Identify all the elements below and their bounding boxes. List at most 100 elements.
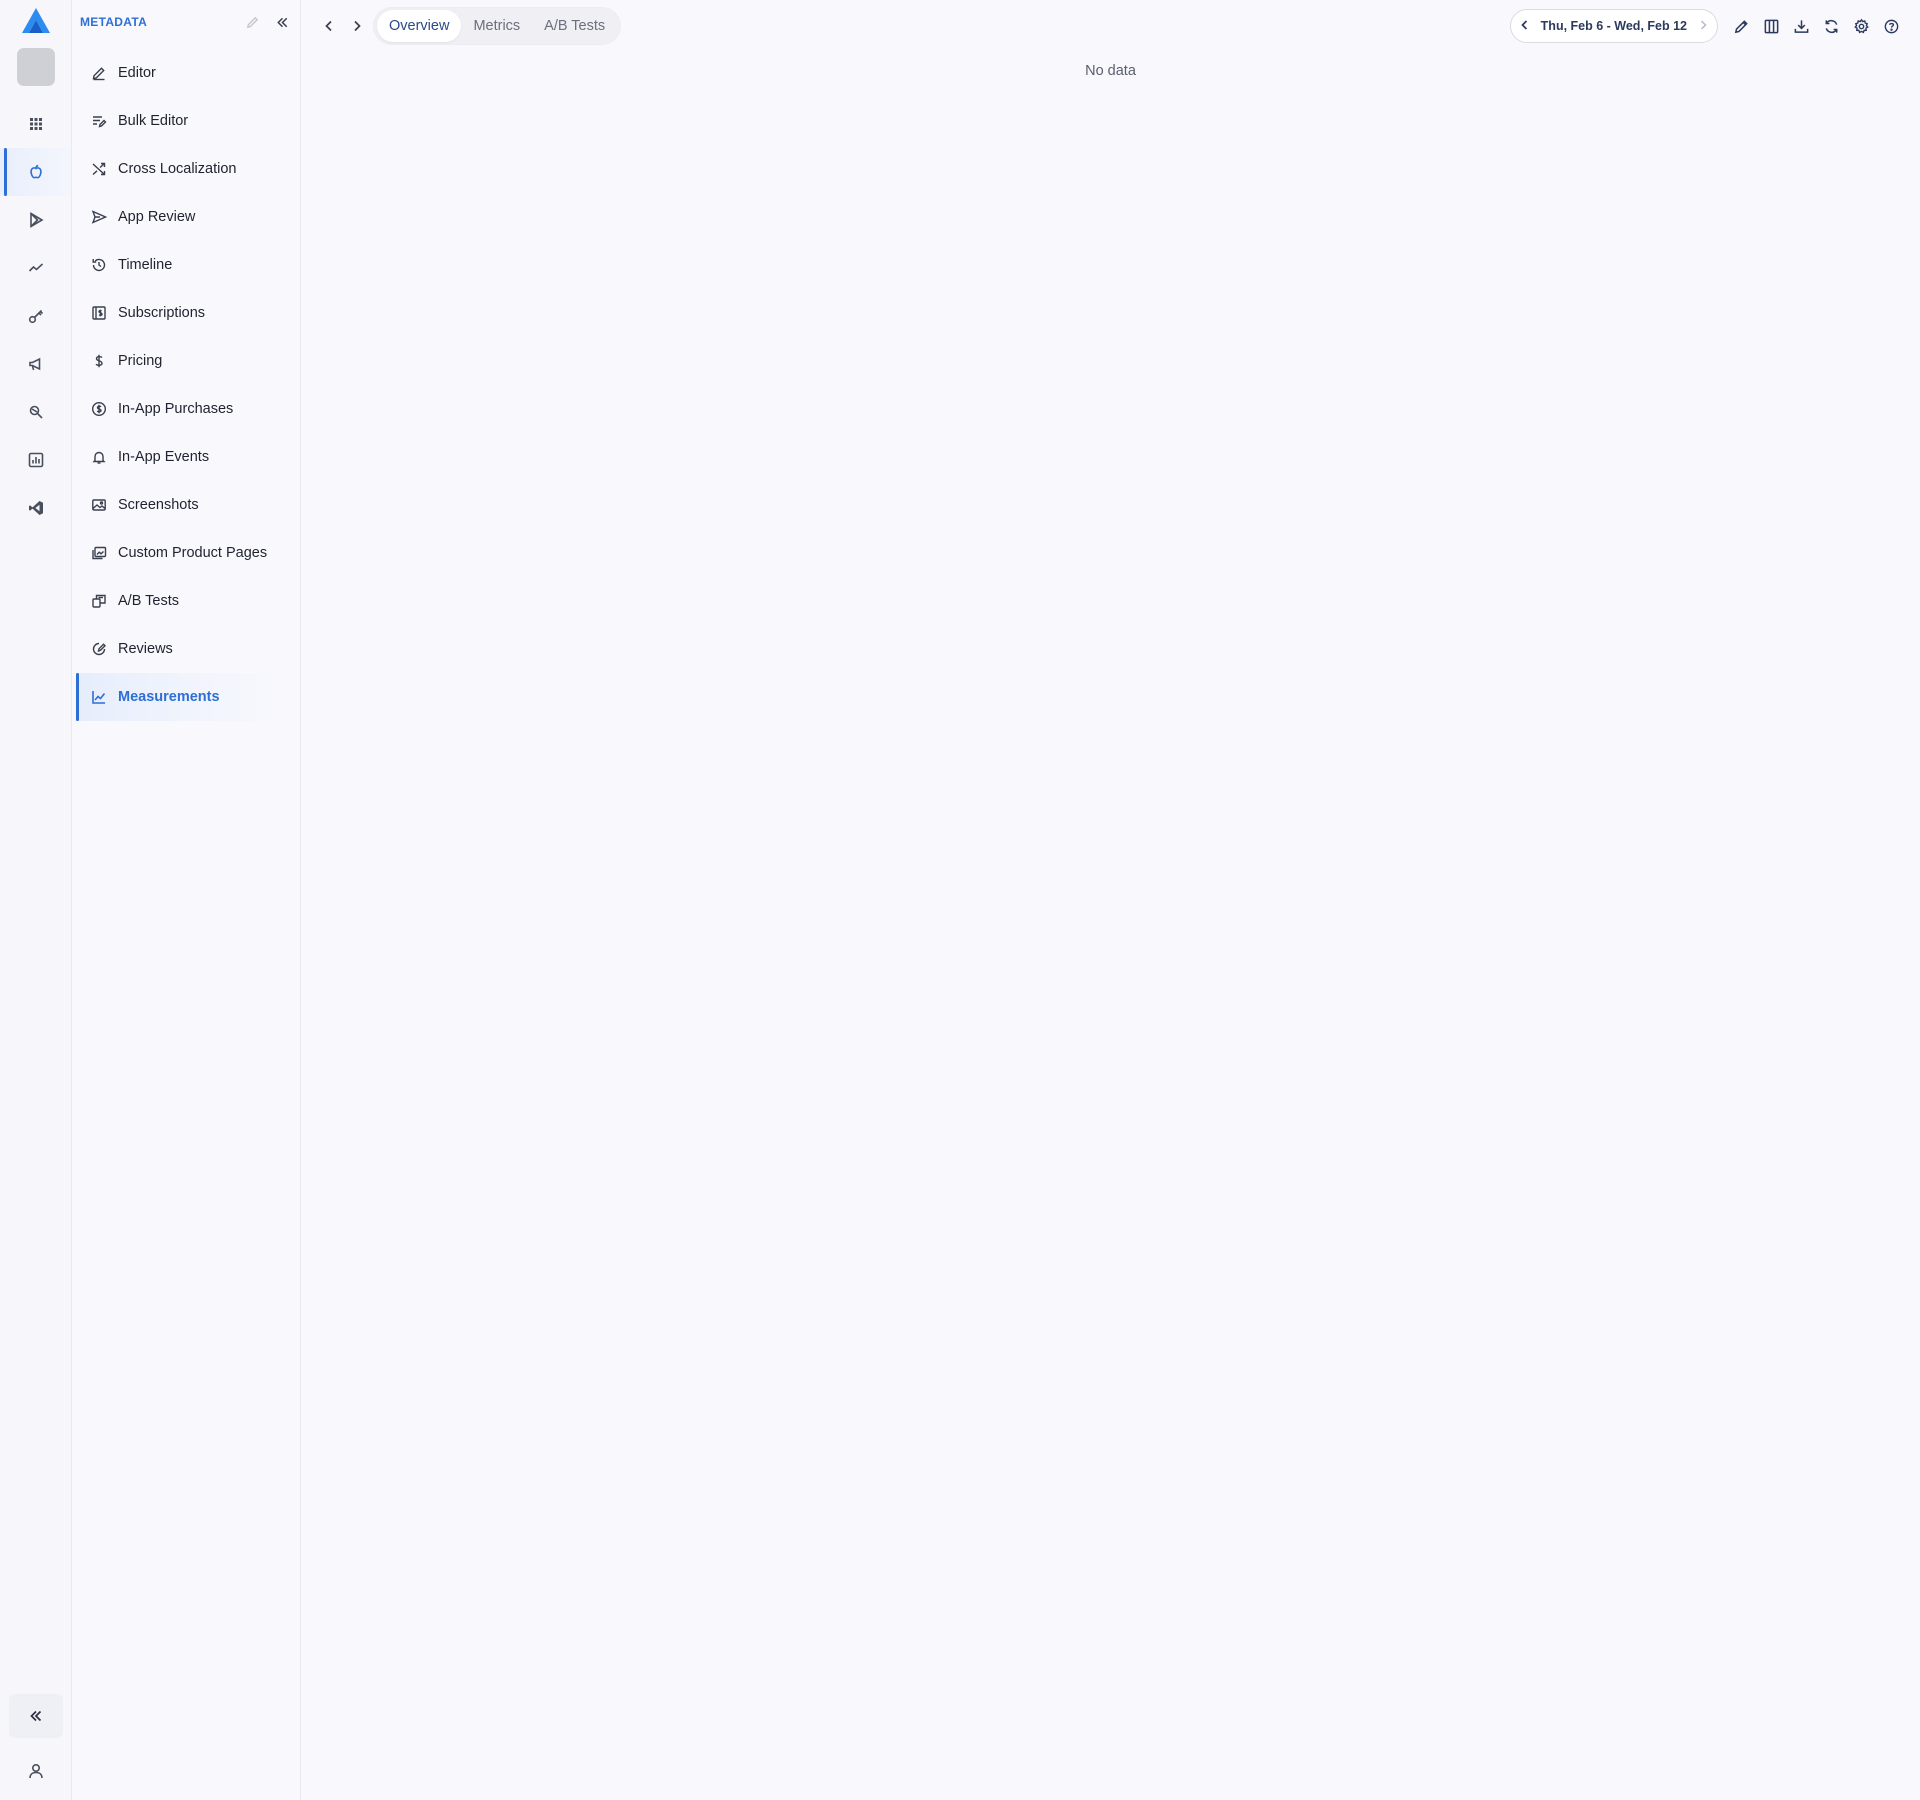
bell-icon: [91, 451, 106, 464]
brand-logo-icon[interactable]: [19, 6, 53, 36]
megaphone-icon: [28, 357, 40, 371]
sidebar-item-timeline[interactable]: Timeline: [76, 241, 292, 289]
rail-item-campaigns[interactable]: [0, 340, 71, 388]
sidebar-item-label: Cross Localization: [118, 161, 237, 177]
trend-icon: [28, 263, 43, 272]
edit-sidebar-button[interactable]: [240, 10, 264, 34]
columns-button[interactable]: [1756, 11, 1786, 41]
play-store-icon: [29, 212, 44, 228]
rail-nav: [0, 100, 71, 532]
download-icon: [1794, 19, 1808, 33]
sidebar-item-label: In-App Purchases: [118, 401, 234, 417]
rail-item-keywords[interactable]: [0, 292, 71, 340]
date-next-button[interactable]: [1697, 19, 1709, 34]
pages-icon: [91, 546, 106, 560]
help-circle-icon: [1884, 19, 1898, 33]
sidebar-item-label: Measurements: [118, 689, 220, 705]
tab-ab-tests[interactable]: A/B Tests: [532, 10, 617, 42]
rail-item-integrations[interactable]: [0, 484, 71, 532]
send-icon: [91, 210, 107, 224]
vscode-icon: [28, 501, 43, 515]
sidebar-item-label: App Review: [118, 209, 196, 225]
app-root: METADATA Editor Bulk Editor Cross Locali…: [0, 0, 1920, 1800]
subscription-icon: [91, 306, 106, 320]
sidebar-item-label: Screenshots: [118, 497, 199, 513]
sidebar-item-screenshots[interactable]: Screenshots: [76, 481, 292, 529]
search-tools-icon: [29, 405, 43, 419]
apple-icon: [29, 164, 42, 179]
rail-item-reports[interactable]: [0, 436, 71, 484]
sidebar-item-label: Editor: [118, 65, 156, 81]
pencil-icon: [1734, 19, 1748, 33]
chevron-left-icon: [325, 20, 332, 32]
sidebar-item-label: Timeline: [118, 257, 173, 273]
edit-button[interactable]: [1726, 11, 1756, 41]
help-button[interactable]: [1876, 11, 1906, 41]
double-chevron-left-icon: [276, 17, 287, 27]
chart-line-icon: [91, 691, 105, 704]
tab-overview[interactable]: Overview: [377, 10, 462, 42]
collapse-rail-button[interactable]: [9, 1694, 63, 1738]
sidebar-header: METADATA: [72, 0, 300, 44]
tab-metrics[interactable]: Metrics: [461, 10, 532, 42]
pencil-icon: [246, 16, 258, 28]
ab-test-icon: [91, 594, 106, 608]
date-range-label: Thu, Feb 6 - Wed, Feb 12: [1540, 19, 1687, 33]
sidebar-item-cross-localization[interactable]: Cross Localization: [76, 145, 292, 193]
sidebar-item-custom-product-pages[interactable]: Custom Product Pages: [76, 529, 292, 577]
rail-bottom: [0, 1694, 72, 1800]
user-profile-button[interactable]: [0, 1742, 72, 1800]
sidebar-item-app-review[interactable]: App Review: [76, 193, 292, 241]
chevron-right-icon: [354, 20, 361, 32]
review-icon: [92, 642, 106, 656]
rail-item-apps[interactable]: [0, 100, 71, 148]
sidebar-item-label: Subscriptions: [118, 305, 206, 321]
settings-button[interactable]: [1846, 11, 1876, 41]
sidebar-item-label: In-App Events: [118, 449, 210, 465]
date-prev-button[interactable]: [1519, 19, 1531, 34]
metadata-sidebar: METADATA Editor Bulk Editor Cross Locali…: [72, 0, 301, 1800]
grid-icon: [29, 118, 42, 130]
rail-item-app-store[interactable]: [0, 148, 71, 196]
sidebar-item-reviews[interactable]: Reviews: [76, 625, 292, 673]
forward-button[interactable]: [343, 12, 371, 40]
pencil-icon: [92, 67, 105, 81]
key-icon: [28, 309, 43, 324]
sidebar-item-bulk-editor[interactable]: Bulk Editor: [76, 97, 292, 145]
sidebar-item-label: Pricing: [118, 353, 163, 369]
sidebar-item-in-app-events[interactable]: In-App Events: [76, 433, 292, 481]
bulk-edit-icon: [92, 116, 106, 128]
sidebar-item-ab-tests[interactable]: A/B Tests: [76, 577, 292, 625]
sidebar-item-editor[interactable]: Editor: [76, 49, 292, 97]
double-chevron-left-icon: [30, 1710, 42, 1722]
bar-chart-icon: [28, 452, 43, 468]
icon-rail: [0, 0, 72, 1800]
user-icon: [29, 1763, 43, 1779]
sidebar-item-measurements[interactable]: Measurements: [76, 673, 292, 721]
sidebar-item-subscriptions[interactable]: Subscriptions: [76, 289, 292, 337]
top-toolbar: Overview Metrics A/B Tests Thu, Feb 6 - …: [301, 0, 1920, 52]
dollar-icon: [95, 354, 103, 368]
chevron-left-icon: [1520, 19, 1527, 30]
main-content: Overview Metrics A/B Tests Thu, Feb 6 - …: [301, 0, 1920, 1800]
coin-icon: [91, 401, 106, 417]
empty-state-text: No data: [1085, 63, 1136, 79]
collapse-sidebar-button[interactable]: [270, 10, 294, 34]
date-range-picker[interactable]: Thu, Feb 6 - Wed, Feb 12: [1509, 9, 1718, 43]
sidebar-item-label: Custom Product Pages: [118, 545, 268, 561]
sidebar-item-pricing[interactable]: Pricing: [76, 337, 292, 385]
rail-item-research[interactable]: [0, 388, 71, 436]
back-button[interactable]: [315, 12, 343, 40]
app-avatar[interactable]: [16, 48, 55, 86]
image-icon: [91, 499, 106, 511]
download-button[interactable]: [1786, 11, 1816, 41]
refresh-button[interactable]: [1816, 11, 1846, 41]
sidebar-item-label: Bulk Editor: [118, 113, 189, 129]
sidebar-title: METADATA: [80, 15, 148, 29]
view-tabs: Overview Metrics A/B Tests: [373, 7, 622, 45]
sidebar-item-label: A/B Tests: [118, 593, 179, 609]
rail-item-google-play[interactable]: [0, 196, 71, 244]
rail-item-trends[interactable]: [0, 244, 71, 292]
sidebar-item-in-app-purchases[interactable]: In-App Purchases: [76, 385, 292, 433]
sidebar-item-label: Reviews: [118, 641, 173, 657]
